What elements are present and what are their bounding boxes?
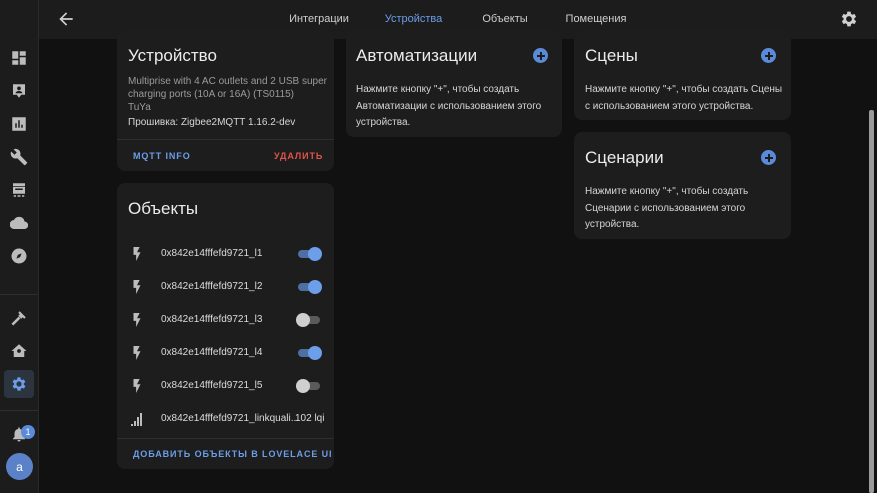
compass-icon[interactable] <box>7 244 31 268</box>
scenes-card: Сцены Нажмите кнопку "+", чтобы создать … <box>574 30 791 120</box>
scenes-hint-text: Нажмите кнопку "+", чтобы создать Сцены … <box>585 84 783 112</box>
mqtt-info-button[interactable]: MQTT INFO <box>133 151 191 161</box>
toggle-switch-l3[interactable] <box>296 313 322 327</box>
device-model: Multiprise with 4 AC outlets and 2 USB s… <box>128 76 327 100</box>
notification-count-badge: 1 <box>21 425 35 439</box>
card-divider <box>117 139 334 140</box>
user-avatar[interactable]: a <box>6 453 33 480</box>
flash-icon <box>131 379 143 393</box>
flash-icon <box>131 247 143 261</box>
entity-name-l5[interactable]: 0x842e14fffefd9721_l5 <box>161 380 262 391</box>
entity-name-l1[interactable]: 0x842e14fffefd9721_l1 <box>161 248 262 259</box>
sidebar-divider <box>0 294 38 295</box>
add-scene-plus-icon[interactable] <box>761 48 776 63</box>
add-automation-plus-icon[interactable] <box>533 48 548 63</box>
device-card-title: Устройство <box>128 46 217 65</box>
automations-card-title: Автоматизации <box>356 46 478 65</box>
add-script-plus-icon[interactable] <box>761 150 776 165</box>
add-to-lovelace-button[interactable]: ДОБАВИТЬ ОБЪЕКТЫ В LOVELACE UI <box>133 449 332 459</box>
logbook-icon[interactable] <box>7 79 31 103</box>
toggle-switch-l1[interactable] <box>296 247 322 261</box>
flash-icon <box>131 313 143 327</box>
back-arrow-icon[interactable] <box>56 9 76 29</box>
scripts-card: Сценарии Нажмите кнопку "+", чтобы созда… <box>574 132 791 239</box>
home-settings-icon[interactable] <box>7 339 31 363</box>
scripts-card-title: Сценарии <box>585 148 664 167</box>
linkquality-value: 102 lqi <box>295 413 325 424</box>
flash-icon <box>131 346 143 360</box>
toggle-switch-l2[interactable] <box>296 280 322 294</box>
signal-strength-icon <box>131 412 143 426</box>
history-chart-icon[interactable] <box>7 112 31 136</box>
sidebar-divider-bottom <box>0 410 38 411</box>
entity-name-l3[interactable]: 0x842e14fffefd9721_l3 <box>161 314 262 325</box>
scripts-hint-text: Нажмите кнопку "+", чтобы создать Сценар… <box>585 186 749 230</box>
card-divider <box>117 438 334 439</box>
entity-name-l2[interactable]: 0x842e14fffefd9721_l2 <box>161 281 262 292</box>
wrench-icon[interactable] <box>7 145 31 169</box>
hacs-icon[interactable] <box>7 178 31 202</box>
settings-gear-icon[interactable] <box>839 9 859 29</box>
page-scrollbar[interactable] <box>869 110 874 493</box>
automations-card: Автоматизации Нажмите кнопку "+", чтобы … <box>346 30 562 137</box>
configuration-gear-icon[interactable] <box>7 372 31 396</box>
flash-icon <box>131 280 143 294</box>
toggle-switch-l4[interactable] <box>296 346 322 360</box>
hammer-icon[interactable] <box>7 306 31 330</box>
entity-name-l4[interactable]: 0x842e14fffefd9721_l4 <box>161 347 262 358</box>
cloud-icon[interactable] <box>7 211 31 235</box>
device-firmware: Прошивка: Zigbee2MQTT 1.16.2-dev <box>128 117 296 128</box>
entities-card-title: Объекты <box>128 199 199 218</box>
overview-dashboard-icon[interactable] <box>7 46 31 70</box>
entity-name-linkquality[interactable]: 0x842e14fffefd9721_linkquali... <box>161 413 299 424</box>
device-info-card: Устройство Multiprise with 4 AC outlets … <box>117 30 334 171</box>
toggle-switch-l5[interactable] <box>296 379 322 393</box>
automations-hint-text: Нажмите кнопку "+", чтобы создать Автома… <box>356 84 542 128</box>
sidebar: 1 a <box>0 0 39 493</box>
delete-device-button[interactable]: УДАЛИТЬ <box>274 151 323 161</box>
scenes-card-title: Сцены <box>585 46 638 65</box>
